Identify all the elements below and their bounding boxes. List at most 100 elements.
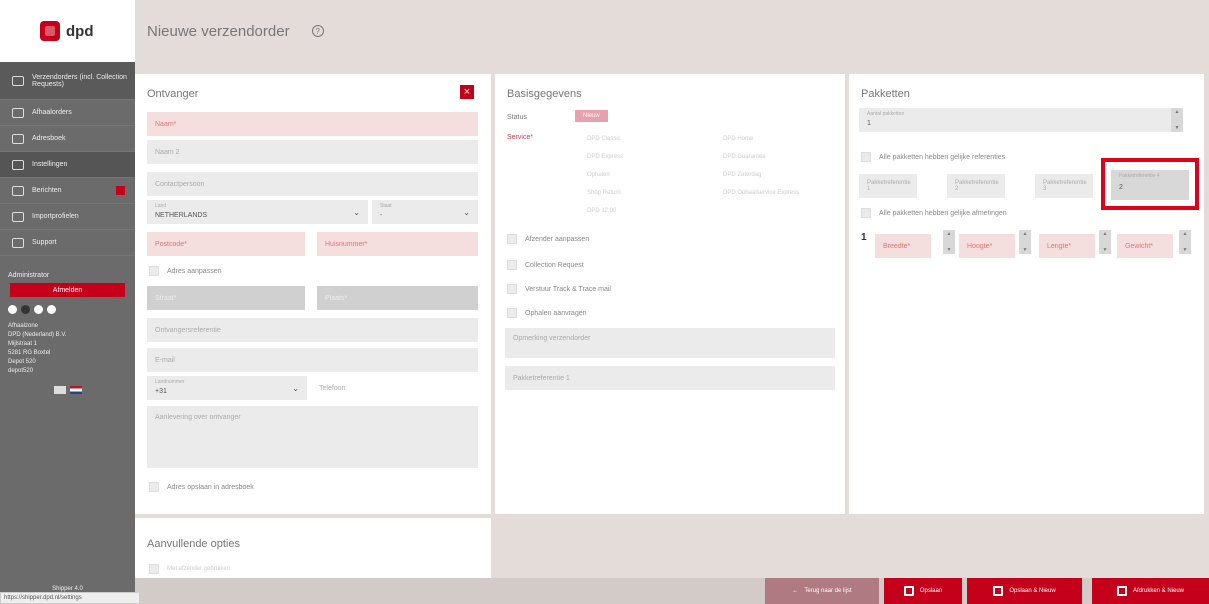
print-new-button[interactable]: Afdrukken & Nieuw: [1092, 578, 1209, 604]
service-option[interactable]: DPD Classic: [587, 136, 621, 142]
up-icon[interactable]: ▲: [1023, 231, 1028, 237]
sidebar-item-berichten[interactable]: Berichten: [0, 178, 135, 204]
huisnummer-field[interactable]: Huisnummer*: [317, 232, 478, 256]
naam2-field[interactable]: Naam 2: [147, 140, 478, 164]
pakketreferentie-3-field[interactable]: Pakketreferentie 3: [1035, 174, 1093, 198]
down-icon[interactable]: ▼: [1023, 247, 1028, 253]
up-icon[interactable]: ▲: [1175, 109, 1180, 115]
brand-name: dpd: [66, 22, 94, 40]
checkbox[interactable]: [149, 482, 159, 492]
service-option[interactable]: Ophalen: [587, 172, 610, 178]
ophalen-aanvragen-checkbox[interactable]: Ophalen aanvragen: [507, 308, 587, 318]
checkbox-label: Ophalen aanvragen: [525, 309, 587, 317]
nl-flag-icon[interactable]: [69, 386, 82, 394]
aantal-stepper[interactable]: ▲ ▼: [1171, 108, 1183, 132]
checkbox[interactable]: [149, 266, 159, 276]
service-option[interactable]: DPD Ophaalservice Express: [723, 190, 799, 196]
service-option[interactable]: DPD Home: [723, 136, 753, 142]
track-trace-checkbox[interactable]: Verstuur Track & Trace mail: [507, 284, 611, 294]
contactpersoon-field[interactable]: Contactpersoon: [147, 172, 478, 196]
field-value: -: [380, 212, 383, 219]
service-option[interactable]: Shop Return: [587, 190, 621, 196]
gewicht-stepper[interactable]: ▲ ▼: [1179, 230, 1191, 254]
opmerking-textarea[interactable]: Opmerking verzendorder: [505, 328, 835, 358]
close-icon[interactable]: ×: [460, 85, 474, 99]
checkbox[interactable]: [507, 284, 517, 294]
afzender-aanpassen-checkbox[interactable]: Afzender aanpassen: [507, 234, 589, 244]
down-icon[interactable]: ▼: [1183, 247, 1188, 253]
landnummer-select[interactable]: Landnummer +31 ⌄: [147, 376, 307, 400]
field-label: Ontvangersreferentie: [155, 326, 221, 334]
sidebar-item-label: Afhaalorders: [32, 109, 72, 116]
logout-button[interactable]: Afmelden: [10, 283, 125, 297]
field-label: Land: [155, 203, 167, 209]
theme-dot[interactable]: [8, 305, 17, 314]
telefoon-field[interactable]: Telefoon: [311, 376, 478, 400]
service-option[interactable]: DPD Zaterdag: [723, 172, 761, 178]
gelijke-referenties-checkbox[interactable]: Alle pakketten hebben gelijke referentie…: [861, 152, 1005, 162]
sidebar-item-verzendorders[interactable]: Verzendorders (incl. Collection Requests…: [0, 62, 135, 100]
lengte-stepper[interactable]: ▲ ▼: [1099, 230, 1111, 254]
aanlevering-textarea[interactable]: Aanlevering over ontvanger: [147, 406, 478, 468]
uk-flag-icon[interactable]: [53, 386, 66, 394]
gelijke-afmetingen-checkbox[interactable]: Alle pakketten hebben gelijke afmetingen: [861, 208, 1007, 218]
breedte-stepper[interactable]: ▲ ▼: [943, 230, 955, 254]
depot-address: Afhaalzone DPD (Nederland) B.V. Mijlstra…: [0, 322, 135, 376]
save-new-button[interactable]: Opslaan & Nieuw: [967, 578, 1082, 604]
met-afzender-checkbox[interactable]: Met afzender gebruiken: [149, 564, 230, 574]
service-label: Service*: [507, 134, 534, 141]
pakketreferentie-2-field[interactable]: Pakketreferentie 2: [947, 174, 1005, 198]
naam-field[interactable]: Naam*: [147, 112, 478, 136]
collection-request-checkbox[interactable]: Collection Request: [507, 260, 584, 270]
question-circle-icon[interactable]: ?: [311, 25, 324, 37]
save-button[interactable]: Opslaan: [884, 578, 962, 604]
sidebar-item-label: Adresboek: [32, 135, 66, 142]
ontvangersreferentie-field[interactable]: Ontvangersreferentie: [147, 318, 478, 342]
checkbox[interactable]: [507, 308, 517, 318]
sidebar-item-importprofielen[interactable]: Importprofielen: [0, 204, 135, 230]
address-line: DPD (Nederland) B.V.: [8, 332, 67, 338]
hoogte-field[interactable]: Hoogte*: [959, 234, 1015, 258]
back-to-list-button[interactable]: ← Terug naar de lijst: [765, 578, 879, 604]
up-icon[interactable]: ▲: [947, 231, 952, 237]
land-select[interactable]: Land NETHERLANDS ⌄: [147, 200, 368, 224]
theme-dot[interactable]: [47, 305, 56, 314]
adres-aanpassen-checkbox[interactable]: Adres aanpassen: [149, 266, 221, 276]
checkbox[interactable]: [149, 564, 159, 574]
checkbox[interactable]: [507, 234, 517, 244]
logo[interactable]: dpd: [0, 0, 135, 62]
status-badge: Nieuw: [575, 110, 608, 122]
pakketreferentie-1-field[interactable]: Pakketreferentie 1: [859, 174, 917, 198]
postcode-field[interactable]: Postcode*: [147, 232, 305, 256]
page-header: Nieuwe verzendorder ?: [135, 0, 1209, 62]
aantal-pakketten-field[interactable]: Aantal pakketten 1: [859, 108, 1181, 132]
service-option[interactable]: DPD Express: [587, 154, 623, 160]
hoogte-stepper[interactable]: ▲ ▼: [1019, 230, 1031, 254]
sidebar-item-afhaalorders[interactable]: Afhaalorders: [0, 100, 135, 126]
sliders-icon: [12, 159, 24, 170]
down-icon[interactable]: ▼: [1175, 125, 1180, 131]
checkbox[interactable]: [507, 260, 517, 270]
up-icon[interactable]: ▲: [1183, 231, 1188, 237]
breedte-field[interactable]: Breedte*: [875, 234, 931, 258]
sidebar-item-adresboek[interactable]: Adresboek: [0, 126, 135, 152]
up-icon[interactable]: ▲: [1103, 231, 1108, 237]
opslaan-adresboek-checkbox[interactable]: Adres opslaan in adresboek: [149, 482, 254, 492]
button-label: Terug naar de lijst: [804, 588, 852, 594]
service-option[interactable]: DPD 12:00: [587, 208, 616, 214]
gewicht-field[interactable]: Gewicht*: [1117, 234, 1173, 258]
checkbox[interactable]: [861, 208, 871, 218]
checkbox[interactable]: [861, 152, 871, 162]
theme-dot[interactable]: [34, 305, 43, 314]
book-icon: [12, 133, 24, 144]
lengte-field[interactable]: Lengte*: [1039, 234, 1095, 258]
down-icon[interactable]: ▼: [1103, 247, 1108, 253]
down-icon[interactable]: ▼: [947, 247, 952, 253]
email-field[interactable]: E-mail: [147, 348, 478, 372]
sidebar-item-support[interactable]: Support: [0, 230, 135, 256]
service-option[interactable]: DPD Guarantee: [723, 154, 766, 160]
staat-select[interactable]: Staat - ⌄: [372, 200, 478, 224]
sidebar-item-instellingen[interactable]: Instellingen: [0, 152, 135, 178]
theme-dot[interactable]: [21, 305, 30, 314]
pakketreferentie-field[interactable]: Pakketreferentie 1: [505, 366, 835, 390]
